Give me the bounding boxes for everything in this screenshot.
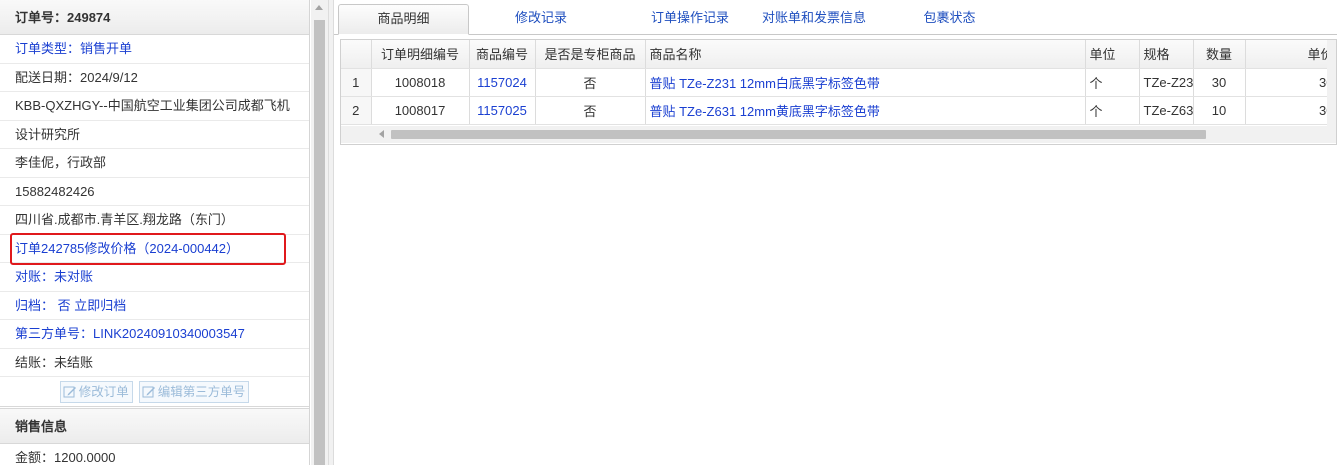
order-info-row: 15882482426 (0, 178, 309, 206)
column-header[interactable]: 是否是专柜商品 (535, 40, 646, 69)
grid-vertical-scrollbar[interactable] (1327, 40, 1336, 126)
table-cell: TZe-Z63 (1139, 96, 1194, 125)
order-info-row: KBB-QXZHGY--中国航空工业集团公司成都飞机 (0, 92, 309, 121)
product-code-link[interactable]: 1157024 (469, 68, 536, 97)
product-code-link[interactable]: 1157025 (469, 96, 536, 125)
tab-5[interactable]: 包裹状态 (892, 4, 1007, 35)
product-name-link[interactable]: 普贴 TZe-Z231 12mm白底黑字标签色带 (645, 68, 1086, 97)
tab-2[interactable]: 修改记录 (475, 4, 607, 35)
order-info-row[interactable]: 归档： 否 立即归档 (0, 292, 309, 320)
table-body: 1 1008018 1157024 否普贴 TZe-Z231 12mm白底黑字标签色带… (341, 68, 1336, 125)
table-row[interactable]: 2 1008017 1157025 否普贴 TZe-Z631 12mm黄底黑字标签色带… (341, 96, 1336, 125)
sales-amount: 金额：1200.0000 (0, 444, 309, 465)
left-scrollbar[interactable] (311, 0, 328, 465)
column-header[interactable] (341, 40, 372, 69)
edit-order-label: 修改订单 (78, 384, 129, 399)
order-info-panel: 订单号：249874 订单类型：销售开单 配送日期：2024/9/12 KBB-QX… (0, 0, 310, 465)
table-cell: 30 (1245, 68, 1336, 97)
table-cell: 10 (1193, 96, 1246, 125)
scroll-up-icon[interactable] (315, 5, 323, 10)
table-cell: 个 (1085, 96, 1140, 125)
tab-3[interactable]: 订单操作记录 (615, 4, 765, 35)
table-cell: 否 (535, 96, 646, 125)
order-actions: 修改订单 编辑第三方单号 (0, 377, 309, 407)
order-number-title: 订单号：249874 (0, 0, 309, 35)
edit-icon (142, 386, 155, 397)
column-header[interactable]: 商品编号 (469, 40, 536, 69)
scroll-left-icon[interactable] (379, 130, 384, 138)
column-header[interactable]: 商品名称 (645, 40, 1086, 69)
column-header[interactable]: 单价 (1245, 40, 1336, 69)
table-row[interactable]: 1 1008018 1157024 否普贴 TZe-Z231 12mm白底黑字标签色带… (341, 68, 1336, 97)
order-info-list: 订单类型：销售开单 配送日期：2024/9/12 KBB-QXZHGY--中国航空工… (0, 35, 309, 377)
tab-bar: 商品明细 修改记录 订单操作记录 对账单和发票信息 包裹状态 (334, 0, 1337, 35)
edit-third-party-label: 编辑第三方单号 (157, 384, 246, 399)
order-info-row[interactable]: 对账：未对账 (0, 263, 309, 292)
column-header[interactable]: 数量 (1193, 40, 1246, 69)
table-cell: TZe-Z23 (1139, 68, 1194, 97)
table-cell: 30 (1245, 96, 1336, 125)
order-info-row[interactable]: 第三方单号：LINK20240910340003547 (0, 320, 309, 349)
order-detail-page: 订单号：249874 订单类型：销售开单 配送日期：2024/9/12 KBB-QX… (0, 0, 1337, 465)
tab-1[interactable]: 商品明细 (338, 4, 469, 35)
scroll-thumb[interactable] (314, 20, 325, 465)
table-cell: 否 (535, 68, 646, 97)
order-info-row: 配送日期：2024/9/12 (0, 64, 309, 92)
edit-order-button[interactable]: 修改订单 (59, 380, 133, 403)
order-info-row: 设计研究所 (0, 121, 309, 149)
tab-4[interactable]: 对账单和发票信息 (745, 4, 883, 35)
edit-third-party-button[interactable]: 编辑第三方单号 (138, 380, 250, 403)
table-cell: 1008017 (371, 96, 470, 125)
table-cell: 个 (1085, 68, 1140, 97)
table-cell: 1 (341, 68, 372, 97)
table-header-row: 订单明细编号 商品编号 是否是专柜商品 商品名称 单位 规格 数量 单价 (341, 40, 1336, 69)
product-name-link[interactable]: 普贴 TZe-Z631 12mm黄底黑字标签色带 (645, 96, 1086, 125)
table-cell: 30 (1193, 68, 1246, 97)
product-table: 订单明细编号 商品编号 是否是专柜商品 商品名称 单位 规格 数量 单价 1 1008018 11… (341, 40, 1336, 125)
column-header[interactable]: 订单明细编号 (371, 40, 470, 69)
order-info-row[interactable]: 订单类型：销售开单 (0, 35, 309, 64)
order-info-row: 李佳伲，行政部 (0, 149, 309, 178)
order-info-row[interactable]: 订单242785修改价格（2024-000442） (0, 235, 309, 263)
sales-info-title: 销售信息 (0, 408, 309, 444)
grid-horizontal-scrollbar[interactable] (341, 126, 1336, 143)
h-scroll-thumb[interactable] (391, 130, 1206, 139)
column-header[interactable]: 单位 (1085, 40, 1140, 69)
column-header[interactable]: 规格 (1139, 40, 1194, 69)
edit-icon (63, 386, 76, 397)
product-grid: 订单明细编号 商品编号 是否是专柜商品 商品名称 单位 规格 数量 单价 1 1008018 11… (340, 39, 1337, 145)
table-cell: 2 (341, 96, 372, 125)
detail-area: 商品明细 修改记录 订单操作记录 对账单和发票信息 包裹状态 订单明细编号 商品编号 是否是… (334, 0, 1337, 465)
order-info-row: 四川省.成都市.青羊区.翔龙路（东门） (0, 206, 309, 235)
order-info-row: 结账：未结账 (0, 349, 309, 377)
table-cell: 1008018 (371, 68, 470, 97)
